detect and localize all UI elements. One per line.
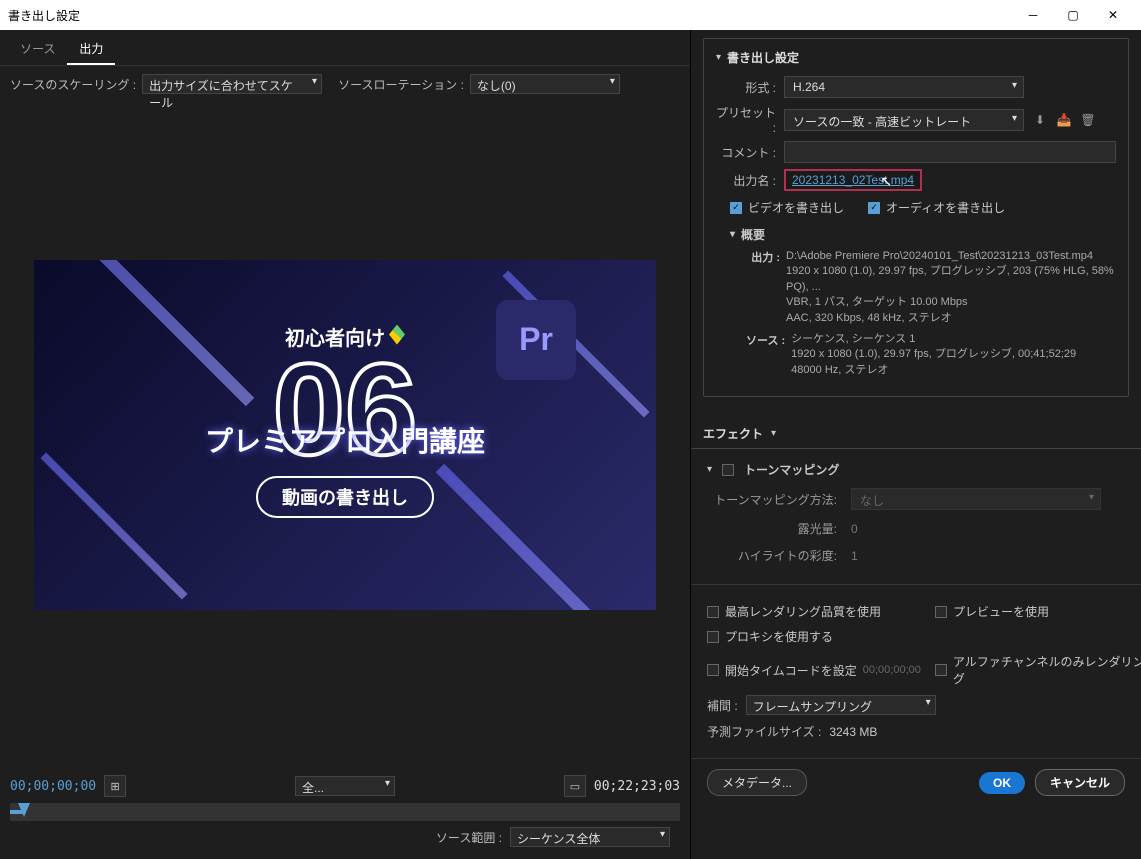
start-tc-label: 開始タイムコードを設定: [725, 662, 857, 679]
source-range-select[interactable]: シーケンス全体: [510, 827, 670, 847]
chevron-down-icon[interactable]: ▾: [716, 52, 721, 63]
aspect-icon[interactable]: ▭: [564, 775, 586, 797]
save-preset-icon[interactable]: ⬇: [1032, 112, 1048, 128]
source-rotation-label: ソースローテーション :: [338, 76, 464, 93]
effects-header: エフェクト: [703, 425, 763, 442]
chevron-down-icon[interactable]: ▾: [730, 229, 735, 240]
summary-source-label: ソース :: [746, 332, 785, 378]
tone-mapping-header: トーンマッピング: [744, 461, 839, 478]
preview-tabs: ソース 出力: [0, 30, 690, 66]
export-audio-label: オーディオを書き出し: [886, 199, 1005, 216]
delete-preset-icon[interactable]: 🗑: [1080, 112, 1096, 128]
tab-source[interactable]: ソース: [8, 34, 67, 65]
chevron-down-icon[interactable]: ▾: [707, 464, 712, 475]
summary-output-label: 出力 :: [746, 249, 780, 326]
preview-panel: ソース 出力 ソースのスケーリング : 出力サイズに合わせてスケール ソースロー…: [0, 30, 691, 859]
max-quality-label: 最高レンダリング品質を使用: [725, 603, 881, 620]
video-preview: Pr 初心者向け 06 プレミアプロ入門講座 動画の書き出し: [34, 260, 656, 610]
window-title: 書き出し設定: [8, 7, 1013, 24]
source-scaling-select[interactable]: 出力サイズに合わせてスケール: [142, 74, 322, 94]
export-video-checkbox[interactable]: ✓: [730, 202, 742, 214]
preset-label: プリセット :: [716, 104, 776, 135]
zoom-select[interactable]: 全...: [295, 776, 395, 796]
tone-method-label: トーンマッピング方法:: [707, 491, 837, 508]
highlight-value: 1: [851, 549, 858, 563]
export-audio-checkbox[interactable]: ✓: [868, 202, 880, 214]
use-preview-checkbox[interactable]: [935, 606, 947, 618]
output-name-field[interactable]: 20231213_02Test.mp4 ↖: [784, 169, 922, 191]
cancel-button[interactable]: キャンセル: [1035, 769, 1125, 796]
max-quality-checkbox[interactable]: [707, 606, 719, 618]
comment-label: コメント :: [716, 144, 776, 161]
highlight-label: ハイライトの彩度:: [707, 547, 837, 564]
ok-button[interactable]: OK: [979, 772, 1025, 794]
use-proxy-label: プロキシを使用する: [725, 628, 833, 645]
format-select[interactable]: H.264: [784, 76, 1024, 98]
exposure-value: 0: [851, 522, 858, 536]
end-timecode: 00;22;23;03: [594, 779, 680, 794]
summary-header: 概要: [741, 226, 765, 243]
metadata-button[interactable]: メタデータ...: [707, 769, 807, 796]
source-scaling-label: ソースのスケーリング :: [10, 76, 136, 93]
fit-icon[interactable]: ⊞: [104, 775, 126, 797]
tone-method-select: なし: [851, 488, 1101, 510]
alpha-only-checkbox[interactable]: [935, 664, 947, 676]
summary-output-text: D:\Adobe Premiere Pro\20240101_Test\2023…: [786, 249, 1116, 326]
tone-mapping-checkbox[interactable]: [722, 464, 734, 476]
titlebar: 書き出し設定 ─ ▢ ✕: [0, 0, 1141, 30]
settings-panel: ▾ 書き出し設定 形式 : H.264 プリセット : ソースの一致 - 高速ビ…: [691, 30, 1141, 859]
exposure-label: 露光量:: [707, 520, 837, 537]
start-tc-checkbox[interactable]: [707, 664, 719, 676]
filesize-value: 3243 MB: [829, 725, 877, 739]
preview-course-title: プレミアプロ入門講座: [205, 420, 485, 460]
maximize-button[interactable]: ▢: [1053, 0, 1093, 30]
use-proxy-checkbox[interactable]: [707, 631, 719, 643]
output-name-link[interactable]: 20231213_02Test.mp4: [792, 173, 914, 187]
effects-section[interactable]: エフェクト ▾: [691, 419, 1141, 449]
output-name-label: 出力名 :: [716, 172, 776, 189]
start-tc-value: 00;00;00;00: [863, 664, 921, 676]
start-timecode[interactable]: 00;00;00;00: [10, 779, 96, 794]
export-settings-group: ▾ 書き出し設定 形式 : H.264 プリセット : ソースの一致 - 高速ビ…: [703, 38, 1129, 397]
export-video-label: ビデオを書き出し: [748, 199, 844, 216]
source-rotation-select[interactable]: なし(0): [470, 74, 620, 94]
filesize-label: 予測ファイルサイズ :: [707, 723, 821, 740]
pr-logo: Pr: [496, 300, 576, 380]
tab-output[interactable]: 出力: [67, 34, 115, 65]
alpha-only-label: アルファチャンネルのみレンダリング: [953, 653, 1141, 687]
export-settings-header: 書き出し設定: [727, 49, 799, 66]
timeline-scrubber[interactable]: [10, 803, 680, 821]
interp-select[interactable]: フレームサンプリング: [746, 695, 936, 715]
comment-input[interactable]: [784, 141, 1116, 163]
interp-label: 補間 :: [707, 697, 738, 714]
preview-subtitle: 動画の書き出し: [256, 476, 434, 518]
chevron-down-icon: ▾: [771, 428, 776, 439]
use-preview-label: プレビューを使用: [953, 603, 1049, 620]
close-button[interactable]: ✕: [1093, 0, 1133, 30]
source-range-label: ソース範囲 :: [436, 829, 502, 846]
summary-source-text: シーケンス, シーケンス 1 1920 x 1080 (1.0), 29.97 …: [791, 332, 1076, 378]
preset-select[interactable]: ソースの一致 - 高速ビットレート: [784, 109, 1024, 131]
import-preset-icon[interactable]: 📥: [1056, 112, 1072, 128]
format-label: 形式 :: [716, 79, 776, 96]
minimize-button[interactable]: ─: [1013, 0, 1053, 30]
